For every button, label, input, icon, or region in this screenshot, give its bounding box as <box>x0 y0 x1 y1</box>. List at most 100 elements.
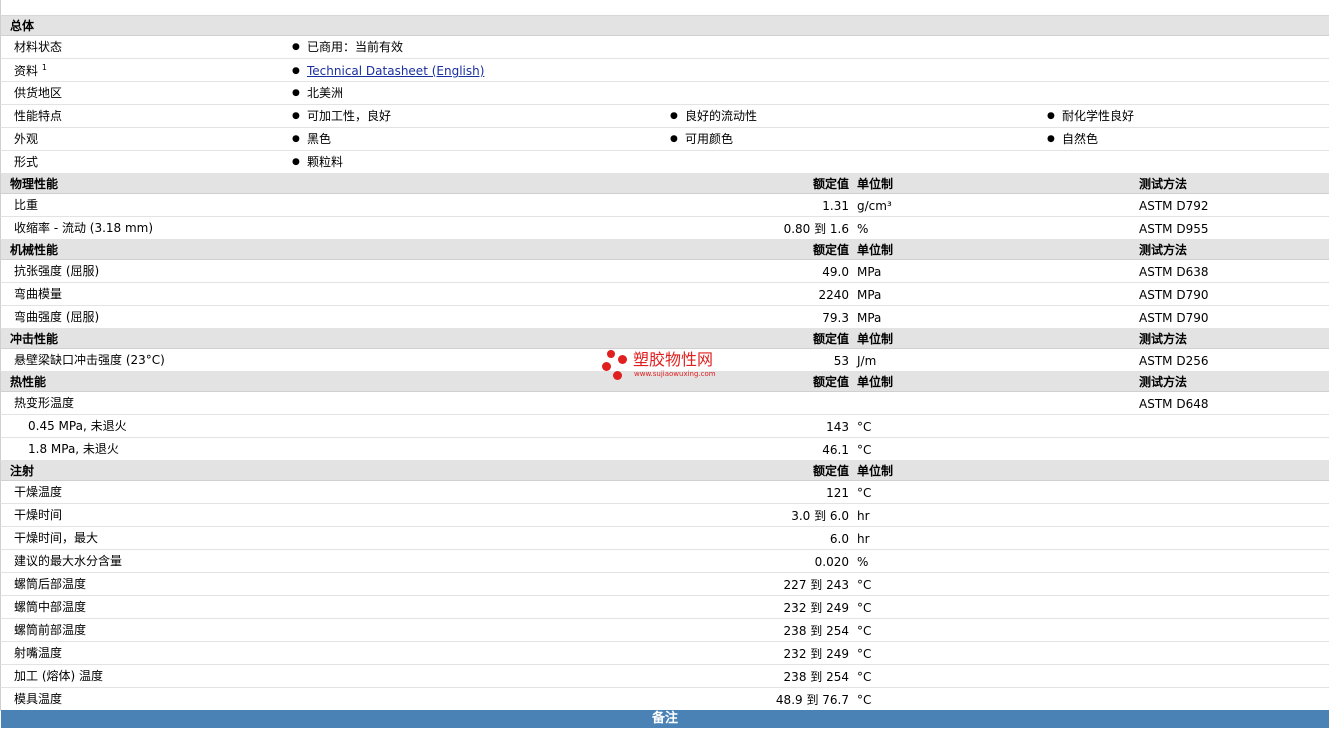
section-title: 物理性能 <box>10 177 59 191</box>
unit-value: % <box>857 555 869 569</box>
unit-value: °C <box>857 443 872 457</box>
unit-header: 单位制 <box>857 243 894 257</box>
nominal-value: 227 到 243 <box>783 578 849 592</box>
table-row: 干燥时间，最大 6.0 hr <box>0 527 1329 550</box>
row-label: 性能特点 <box>14 109 63 123</box>
nominal-value: 238 到 254 <box>783 624 849 638</box>
test-method: ASTM D648 <box>1139 397 1209 411</box>
row-label: 螺筒后部温度 <box>14 577 87 591</box>
nominal-value: 49.0 <box>822 265 849 279</box>
unit-value: g/cm³ <box>857 199 892 213</box>
table-row: 弯曲模量 2240 MPa ASTM D790 <box>0 283 1329 306</box>
unit-value: °C <box>857 670 872 684</box>
bullet-item: 良好的流动性 <box>670 108 757 124</box>
row-label: 1.8 MPa, 未退火 <box>28 442 119 456</box>
section-title: 总体 <box>10 19 35 33</box>
row-label: 螺筒中部温度 <box>14 600 87 614</box>
test-method: ASTM D790 <box>1139 288 1209 302</box>
nominal-value: 79.3 <box>822 311 849 325</box>
table-row: 抗张强度 (屈服) 49.0 MPa ASTM D638 <box>0 260 1329 283</box>
nominal-header: 额定值 <box>812 332 849 346</box>
nominal-value: 53 <box>833 354 849 368</box>
general-row-features: 性能特点 可加工性，良好 良好的流动性 耐化学性良好 <box>0 105 1329 128</box>
bullet-item: 可加工性，良好 <box>292 108 391 124</box>
bullet-item: 可用颜色 <box>670 131 733 147</box>
table-row: 螺筒中部温度 232 到 249 °C <box>0 596 1329 619</box>
section-title: 热性能 <box>10 375 47 389</box>
section-impact-header: 冲击性能 额定值 单位制 测试方法 <box>0 329 1329 349</box>
general-row-documents: 资料 1 Technical Datasheet (English) <box>0 59 1329 82</box>
unit-header: 单位制 <box>857 177 894 191</box>
row-label: 射嘴温度 <box>14 646 63 660</box>
test-method-header: 测试方法 <box>1139 177 1188 191</box>
row-label: 收缩率 - 流动 (3.18 mm) <box>14 221 154 235</box>
row-label: 弯曲强度 (屈服) <box>14 310 100 324</box>
row-label: 悬壁梁缺口冲击强度 (23°C) <box>14 353 165 367</box>
nominal-value: 232 到 249 <box>783 601 849 615</box>
unit-value: °C <box>857 420 872 434</box>
row-label: 材料状态 <box>14 40 63 54</box>
section-injection-header: 注射 额定值 单位制 <box>0 461 1329 481</box>
nominal-value: 0.80 到 1.6 <box>783 222 849 236</box>
table-row: 干燥温度 121 °C <box>0 481 1329 504</box>
unit-value: °C <box>857 624 872 638</box>
table-row: 模具温度 48.9 到 76.7 °C <box>0 688 1329 711</box>
nominal-value: 46.1 <box>822 443 849 457</box>
unit-header: 单位制 <box>857 464 894 478</box>
datasheet-page: 总体 材料状态 已商用：当前有效 资料 1 Technical Datashee… <box>0 0 1329 730</box>
test-method: ASTM D955 <box>1139 222 1209 236</box>
unit-value: MPa <box>857 288 882 302</box>
unit-value: °C <box>857 647 872 661</box>
table-row: 收缩率 - 流动 (3.18 mm) 0.80 到 1.6 % ASTM D95… <box>0 217 1329 240</box>
unit-value: °C <box>857 578 872 592</box>
section-general-header: 总体 <box>0 16 1329 36</box>
bullet-item: 耐化学性良好 <box>1047 108 1134 124</box>
row-label: 干燥时间，最大 <box>14 531 99 545</box>
bullet-item: 自然色 <box>1047 131 1098 147</box>
unit-value: hr <box>857 532 870 546</box>
row-label: 螺筒前部温度 <box>14 623 87 637</box>
row-label: 形式 <box>14 155 39 169</box>
row-label: 干燥温度 <box>14 485 63 499</box>
section-title: 注射 <box>10 464 35 478</box>
unit-value: MPa <box>857 265 882 279</box>
nominal-value: 3.0 到 6.0 <box>791 509 849 523</box>
test-method: ASTM D638 <box>1139 265 1209 279</box>
test-method: ASTM D792 <box>1139 199 1209 213</box>
bullet-item: 颗粒料 <box>292 154 343 170</box>
unit-value: °C <box>857 601 872 615</box>
unit-value: % <box>857 222 869 236</box>
section-thermal-header: 热性能 额定值 单位制 测试方法 <box>0 372 1329 392</box>
unit-value: MPa <box>857 311 882 325</box>
test-method-header: 测试方法 <box>1139 332 1188 346</box>
nominal-value: 232 到 249 <box>783 647 849 661</box>
test-method: ASTM D790 <box>1139 311 1209 325</box>
table-row: 热变形温度 ASTM D648 <box>0 392 1329 415</box>
general-row-appearance: 外观 黑色 可用颜色 自然色 <box>0 128 1329 151</box>
bullet-item: 已商用：当前有效 <box>292 39 403 55</box>
row-label: 供货地区 <box>14 86 63 100</box>
nominal-header: 额定值 <box>812 243 849 257</box>
row-label: 抗张强度 (屈服) <box>14 264 100 278</box>
row-label: 弯曲模量 <box>14 287 63 301</box>
general-row-status: 材料状态 已商用：当前有效 <box>0 36 1329 59</box>
test-method-header: 测试方法 <box>1139 375 1188 389</box>
table-row: 比重 1.31 g/cm³ ASTM D792 <box>0 194 1329 217</box>
table-row: 螺筒前部温度 238 到 254 °C <box>0 619 1329 642</box>
nominal-header: 额定值 <box>812 375 849 389</box>
table-row: 建议的最大水分含量 0.020 % <box>0 550 1329 573</box>
general-row-region: 供货地区 北美洲 <box>0 82 1329 105</box>
table-row: 干燥时间 3.0 到 6.0 hr <box>0 504 1329 527</box>
datasheet-link-item: Technical Datasheet (English) <box>292 63 484 79</box>
nominal-value: 1.31 <box>822 199 849 213</box>
notes-title: 备注 <box>651 711 678 726</box>
row-label: 加工 (熔体) 温度 <box>14 669 103 683</box>
nominal-header: 额定值 <box>812 177 849 191</box>
bullet-item: 黑色 <box>292 131 331 147</box>
table-row: 加工 (熔体) 温度 238 到 254 °C <box>0 665 1329 688</box>
technical-datasheet-link[interactable]: Technical Datasheet (English) <box>307 64 484 78</box>
row-label: 资料 1 <box>14 63 47 79</box>
table-row: 螺筒后部温度 227 到 243 °C <box>0 573 1329 596</box>
nominal-header: 额定值 <box>812 464 849 478</box>
unit-value: J/m <box>857 354 877 368</box>
